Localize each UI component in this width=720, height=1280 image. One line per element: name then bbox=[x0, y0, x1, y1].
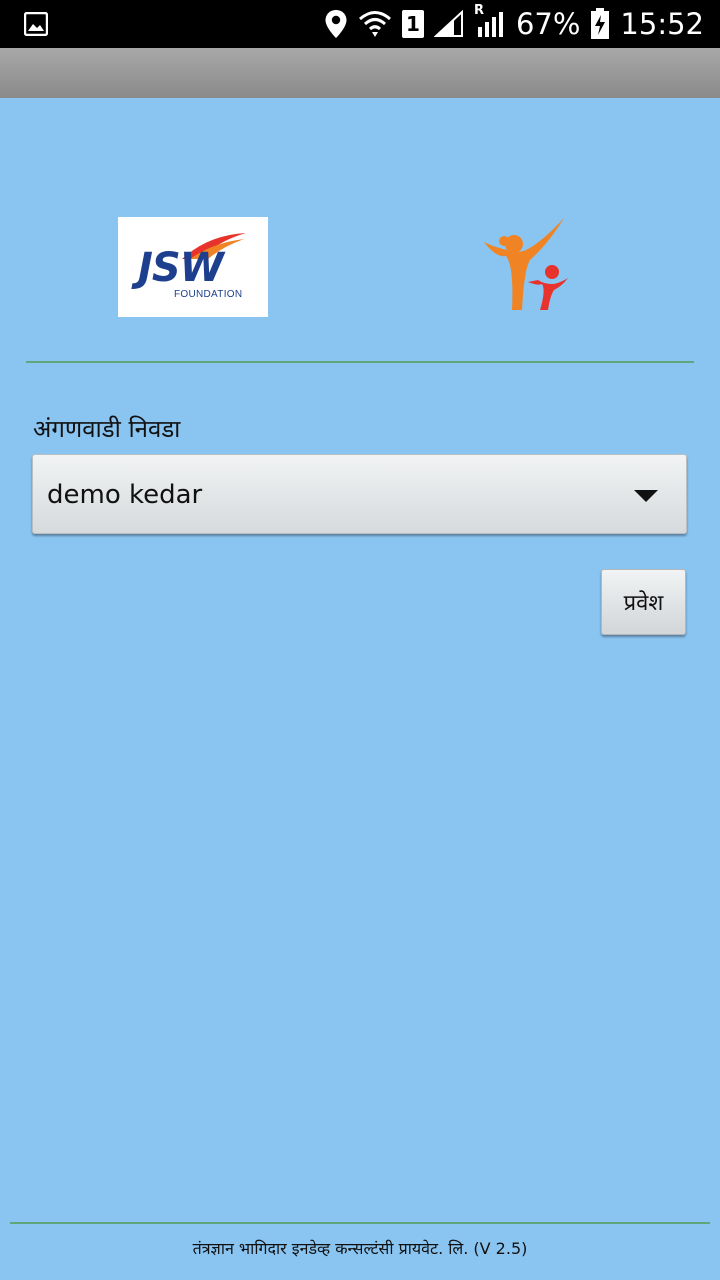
anganwadi-select-label: अंगणवाडी निवडा bbox=[33, 415, 181, 443]
people-logo-icon bbox=[484, 218, 568, 310]
signal-roaming-icon: R bbox=[474, 3, 506, 39]
dropdown-selected-value: demo kedar bbox=[47, 480, 203, 510]
anganwadi-dropdown[interactable]: demo kedar bbox=[32, 454, 687, 534]
gallery-icon bbox=[24, 12, 48, 36]
signal-icon bbox=[433, 10, 463, 37]
sim-1-icon: 1 bbox=[401, 10, 424, 38]
header-divider bbox=[26, 361, 694, 363]
battery-charging-icon bbox=[591, 8, 610, 39]
footer-credits: तंत्रज्ञान भागिदार इनडेव्ह कन्सल्टंसी प्… bbox=[192, 1239, 528, 1258]
jsw-foundation-logo: JSW FOUNDATION bbox=[118, 217, 268, 317]
jsw-logo-word: JSW bbox=[138, 245, 224, 291]
action-bar bbox=[0, 48, 720, 98]
footer-divider bbox=[10, 1222, 710, 1224]
dropdown-arrow-icon bbox=[634, 490, 658, 502]
battery-percentage: 67% bbox=[515, 7, 581, 41]
location-icon bbox=[325, 10, 347, 38]
enter-button[interactable]: प्रवेश bbox=[601, 569, 686, 635]
wifi-icon bbox=[358, 11, 391, 37]
jsw-logo-subtitle: FOUNDATION bbox=[174, 289, 243, 300]
status-bar: 1 R 67% 15:52 bbox=[0, 0, 720, 48]
sim-slot-number: 1 bbox=[405, 12, 420, 36]
clock: 15:52 bbox=[620, 7, 704, 41]
